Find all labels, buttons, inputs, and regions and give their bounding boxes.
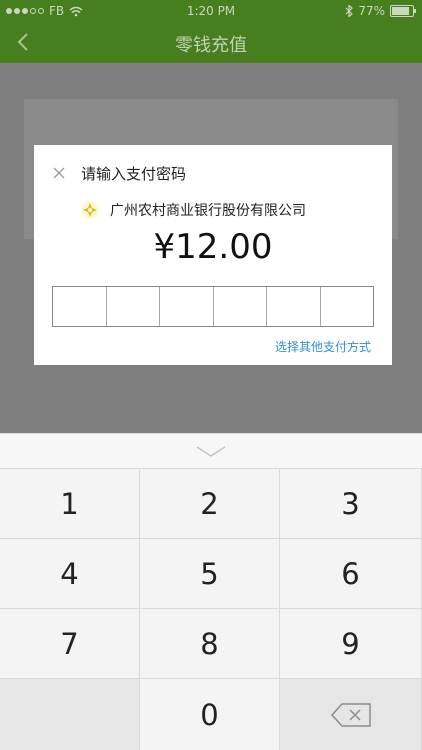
close-button[interactable] xyxy=(48,163,70,185)
numeric-keyboard: 1 2 3 4 5 6 7 8 9 0 xyxy=(0,433,422,750)
key-5[interactable]: 5 xyxy=(140,538,280,608)
battery-icon xyxy=(390,5,416,17)
key-0[interactable]: 0 xyxy=(140,678,280,750)
backspace-icon xyxy=(330,702,371,727)
key-4[interactable]: 4 xyxy=(0,538,140,608)
bank-name: 广州农村商业银行股份有限公司 xyxy=(110,203,306,219)
dialog-title: 请输入支付密码 xyxy=(81,165,187,183)
nav-bar: 零钱充值 xyxy=(0,22,422,63)
key-2[interactable]: 2 xyxy=(140,468,280,538)
bluetooth-icon xyxy=(345,5,354,17)
key-8[interactable]: 8 xyxy=(140,608,280,678)
key-6[interactable]: 6 xyxy=(280,538,422,608)
key-grid: 1 2 3 4 5 6 7 8 9 0 xyxy=(0,468,422,750)
page-title: 零钱充值 xyxy=(175,35,247,56)
key-1[interactable]: 1 xyxy=(0,468,140,538)
password-cell xyxy=(214,287,267,326)
key-7[interactable]: 7 xyxy=(0,608,140,678)
battery-percent: 77% xyxy=(358,4,385,18)
chevron-down-icon xyxy=(196,446,226,457)
status-right: 77% xyxy=(345,4,416,18)
password-cell xyxy=(321,287,374,326)
backspace-key[interactable] xyxy=(280,678,422,750)
top-bar: FB 1:20 PM 77% 零钱充值 xyxy=(0,0,422,63)
bank-logo-icon xyxy=(81,201,99,219)
status-bar: FB 1:20 PM 77% xyxy=(0,0,422,22)
close-icon xyxy=(53,167,65,179)
password-input[interactable] xyxy=(52,286,374,327)
key-9[interactable]: 9 xyxy=(280,608,422,678)
key-3[interactable]: 3 xyxy=(280,468,422,538)
password-cell xyxy=(107,287,160,326)
password-cell xyxy=(53,287,107,326)
keyboard-collapse-button[interactable] xyxy=(0,433,422,468)
bank-row: 广州农村商业银行股份有限公司 xyxy=(80,200,306,220)
password-cell xyxy=(267,287,321,326)
payment-amount: ¥12.00 xyxy=(153,227,273,267)
other-payment-link[interactable]: 选择其他支付方式 xyxy=(275,338,371,355)
payment-dialog: 请输入支付密码 广州农村商业银行股份有限公司 ¥12.00 选择其他支付方式 xyxy=(34,145,392,365)
password-cell xyxy=(160,287,214,326)
key-blank xyxy=(0,678,140,750)
